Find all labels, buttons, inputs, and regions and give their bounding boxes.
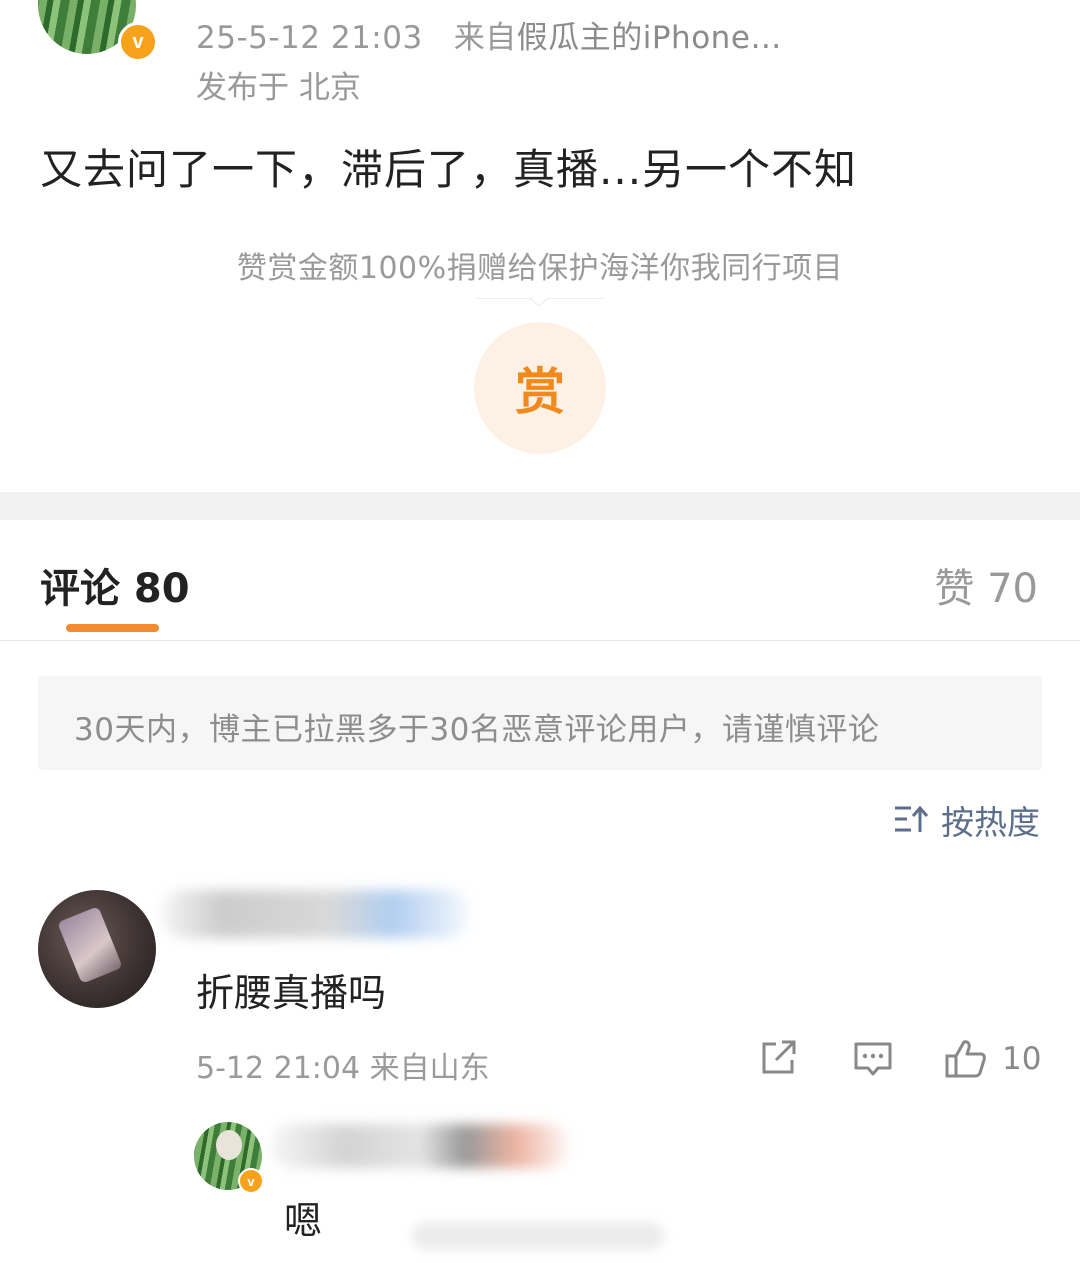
reply-text: 嗯 [284,1199,323,1243]
commenter-avatar[interactable] [38,890,156,1008]
reply-footer-blurred [412,1222,664,1250]
verified-badge: v [118,22,158,62]
tab-divider [0,640,1080,641]
comment-meta: 5-12 21:04 来自山东 [196,1051,490,1086]
reward-notch-icon [530,297,548,307]
notice-text: 30天内，博主已拉黑多于30名恶意评论用户，请谨慎评论 [74,712,880,748]
post-timestamp: 25-5-12 21:03 [196,20,423,56]
comment-text: 折腰真播吗 [196,971,387,1015]
thumbs-up-icon [945,1040,986,1078]
tab-active-indicator [66,624,159,632]
section-divider [0,492,1080,520]
sort-icon [895,805,929,832]
share-button[interactable] [758,1038,798,1078]
like-button[interactable]: 10 [944,1038,1041,1080]
comment-notice: 30天内，博主已拉黑多于30名恶意评论用户，请谨慎评论 [38,676,1042,770]
tab-likes[interactable]: 赞 70 [934,556,1038,614]
commenter-name-blurred[interactable] [160,890,470,938]
reply-button[interactable] [852,1038,894,1080]
post-text: 又去问了一下，滞后了，真播...另一个不知 [40,145,858,194]
share-icon [762,1040,796,1074]
post-source-prefix: 来自 [453,20,517,56]
reward-button[interactable]: 赏 [474,322,606,454]
post-source-link[interactable]: 假瓜主的iPhone… [517,20,782,56]
reply-verified-badge: v [238,1168,264,1194]
sort-label: 按热度 [941,803,1040,842]
like-count: 10 [1002,1041,1042,1077]
sort-toggle[interactable]: 按热度 [893,796,1040,844]
tab-comments[interactable]: 评论 80 [40,556,190,614]
reply-icon [854,1042,892,1076]
reply-author-name-blurred[interactable] [270,1124,570,1168]
post-meta: 25-5-12 21:03 来自假瓜主的iPhone… [196,12,782,57]
post-location: 发布于 北京 [196,70,361,106]
avatar-pet [216,1130,242,1160]
reward-note: 赞赏金额100%捐赠给保护海洋你我同行项目 [236,251,844,286]
avatar-photo [57,906,123,984]
